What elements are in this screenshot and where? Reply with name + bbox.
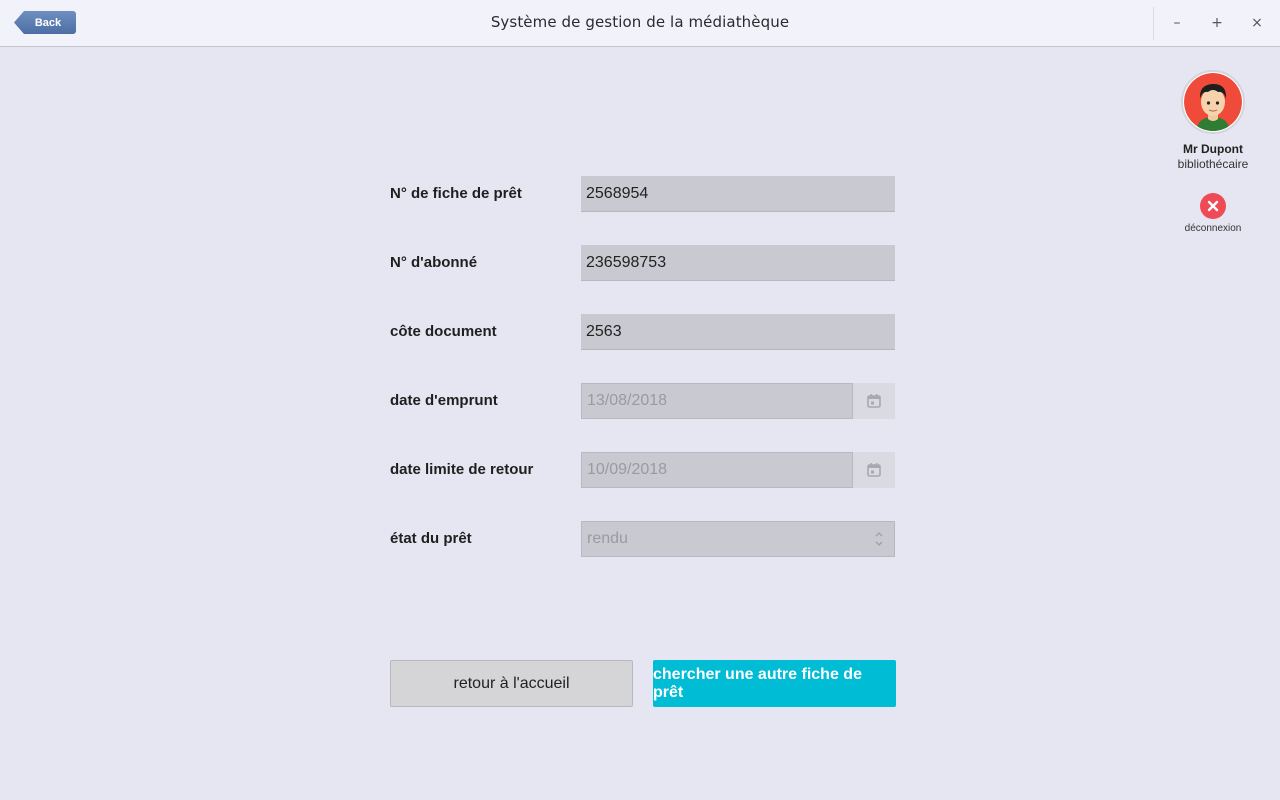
titlebar-divider: [1153, 7, 1154, 40]
subscriber-number-label: N° d'abonné: [390, 254, 478, 271]
loan-number-label: N° de fiche de prêt: [390, 185, 522, 202]
search-other-loan-button[interactable]: chercher une autre fiche de prêt: [653, 660, 896, 707]
form-row-document-code: côte document 2563: [390, 314, 895, 350]
form-row-return-date: date limite de retour 10/09/2018: [390, 452, 895, 488]
loan-date-label: date d'emprunt: [390, 392, 498, 409]
loan-date-field: 13/08/2018: [581, 383, 853, 419]
subscriber-number-field[interactable]: 236598753: [581, 245, 895, 281]
user-name: Mr Dupont: [1183, 142, 1243, 156]
loan-number-field[interactable]: 2568954: [581, 176, 895, 212]
form-row-loan-status: état du prêt rendu: [390, 521, 895, 557]
logout-button[interactable]: déconnexion: [1170, 193, 1256, 234]
home-button[interactable]: retour à l'accueil: [390, 660, 633, 707]
window-title: Système de gestion de la médiathèque: [490, 13, 790, 31]
logout-label: déconnexion: [1184, 223, 1242, 234]
loan-status-select: rendu: [581, 521, 895, 557]
minimize-button[interactable]: –: [1166, 12, 1188, 34]
chevron-up-down-icon: [874, 530, 884, 551]
return-date-label: date limite de retour: [390, 461, 534, 478]
return-date-field: 10/09/2018: [581, 452, 853, 488]
avatar: [1181, 70, 1245, 134]
form-row-subscriber-number: N° d'abonné 236598753: [390, 245, 895, 281]
app-window: Back Système de gestion de la médiathèqu…: [0, 0, 1280, 800]
maximize-button[interactable]: +: [1206, 12, 1228, 34]
logout-icon[interactable]: [1200, 193, 1226, 219]
user-role: bibliothécaire: [1177, 157, 1249, 171]
form-row-loan-number: N° de fiche de prêt 2568954: [390, 176, 895, 212]
form-row-loan-date: date d'emprunt 13/08/2018: [390, 383, 895, 419]
loan-date-picker-button: [853, 383, 895, 419]
document-code-label: côte document: [390, 323, 497, 340]
loan-status-value: rendu: [587, 530, 628, 547]
return-date-picker-button: [853, 452, 895, 488]
close-button[interactable]: ×: [1246, 12, 1268, 34]
loan-status-label: état du prêt: [390, 530, 472, 547]
title-bar: Back Système de gestion de la médiathèqu…: [0, 0, 1280, 47]
document-code-field[interactable]: 2563: [581, 314, 895, 350]
calendar-icon: [867, 394, 881, 408]
user-panel: Mr Dupont bibliothécaire déconnexion: [1170, 70, 1256, 234]
calendar-icon: [867, 463, 881, 477]
user-avatar-icon: [1184, 73, 1242, 131]
